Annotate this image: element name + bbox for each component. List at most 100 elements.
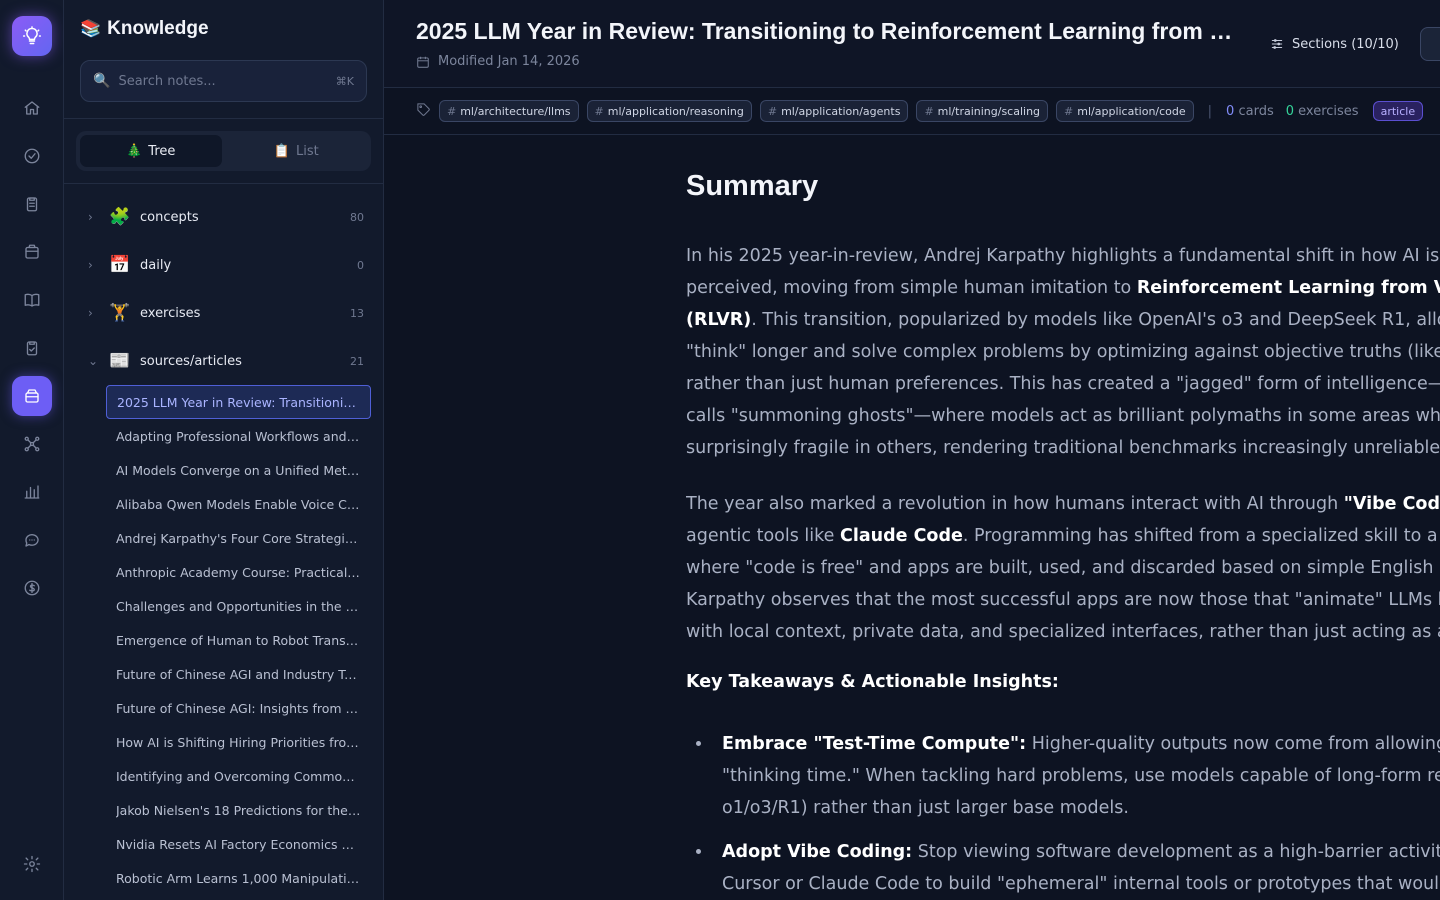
knowledge-box-icon[interactable]: [12, 376, 52, 416]
sections-button[interactable]: Sections (10/10): [1270, 30, 1399, 58]
paragraph-line: In his 2025 year-in-review, Andrej Karpa…: [686, 240, 1440, 272]
file-title: Anthropic Academy Course: Practical Clau…: [116, 564, 361, 580]
tag-label: ml/architecture/llms: [460, 104, 571, 118]
note-view: 2025 LLM Year in Review: Transitioning t…: [384, 0, 1440, 900]
folder-tree: › 🧩 concepts 80 › 📅 daily 0 › 🏋️ exercises 13 ⌄ 📰 sour…: [64, 193, 383, 895]
exercises-label: exercises: [1298, 103, 1359, 119]
file-title: Emergence of Human to Robot Transfer Lea…: [116, 632, 361, 648]
chevron-down-icon[interactable]: ⌄: [88, 354, 102, 368]
paragraph-line: perceived, moving from simple human imit…: [686, 272, 1440, 304]
file-title: Robotic Arm Learns 1,000 Manipulation Ta…: [116, 870, 361, 886]
tag-chip[interactable]: # ml/application/code: [1056, 100, 1194, 122]
folder-name: concepts: [140, 209, 199, 225]
search-icon: 🔍: [93, 73, 111, 89]
network-icon[interactable]: [12, 424, 52, 464]
takeaway-text: "thinking time." When tackling hard prob…: [722, 766, 1440, 786]
tag-icon: [416, 102, 431, 121]
file-item[interactable]: Future of Chinese AGI: Insights from Lea…: [106, 691, 371, 725]
text-run: "think" longer and solve complex problem…: [686, 342, 1440, 362]
text-run: with local context, private data, and sp…: [686, 622, 1440, 642]
folder-sources-articles[interactable]: ⌄ 📰 sources/articles 21: [64, 337, 383, 385]
file-item[interactable]: Adapting Professional Workflows and Skil…: [106, 419, 371, 453]
file-item[interactable]: Emergence of Human to Robot Transfer Lea…: [106, 623, 371, 657]
tree-icon: 🎄: [126, 143, 143, 159]
folder-count: 0: [357, 258, 364, 272]
tag-chip[interactable]: # ml/training/scaling: [916, 100, 1049, 122]
file-item[interactable]: Challenges and Opportunities in the AI E…: [106, 589, 371, 623]
tag-label: ml/training/scaling: [937, 104, 1041, 118]
bold-text: (RLVR): [686, 310, 752, 330]
paragraph-line: surprisingly fragile in others, renderin…: [686, 432, 1440, 464]
tab-tree[interactable]: 🎄 Tree: [80, 135, 222, 167]
file-item[interactable]: Alibaba Qwen Models Enable Voice Cloning: [106, 487, 371, 521]
file-item[interactable]: Jakob Nielsen's 18 Predictions for the F…: [106, 793, 371, 827]
bar-chart-icon[interactable]: [12, 472, 52, 512]
chevron-right-icon[interactable]: ›: [88, 258, 102, 272]
chevron-right-icon[interactable]: ›: [88, 210, 102, 224]
book-icon[interactable]: [12, 280, 52, 320]
takeaway-text: o1/o3/R1) rather than just larger base m…: [722, 798, 1129, 818]
text-run: perceived, moving from simple human imit…: [686, 278, 1137, 298]
search-input[interactable]: [118, 73, 336, 89]
clipboard-icon[interactable]: [12, 184, 52, 224]
hash-icon: #: [447, 104, 457, 118]
file-item[interactable]: 2025 LLM Year in Review: Transitioning t…: [106, 385, 371, 419]
paragraph-line: where "code is free" and apps are built,…: [686, 552, 1440, 584]
home-icon[interactable]: [12, 88, 52, 128]
file-item[interactable]: Identifying and Overcoming Common AI Pit…: [106, 759, 371, 793]
text-run: surprisingly fragile in others, renderin…: [686, 438, 1440, 458]
file-item[interactable]: Nvidia Resets AI Factory Economics with …: [106, 827, 371, 861]
tag-label: ml/application/agents: [781, 104, 901, 118]
takeaway-lead: Adopt Vibe Coding:: [722, 842, 913, 862]
folder-name: exercises: [140, 305, 201, 321]
text-run: In his 2025 year-in-review, Andrej Karpa…: [686, 246, 1440, 266]
sections-label: Sections (10/10): [1292, 36, 1399, 52]
search-shortcut: ⌘K: [335, 74, 354, 88]
tab-list[interactable]: 📋 List: [226, 135, 368, 167]
check-circle-icon[interactable]: [12, 136, 52, 176]
tagbar-separator: |: [1207, 103, 1213, 119]
tag-chip[interactable]: # ml/application/agents: [759, 100, 909, 122]
folder-concepts[interactable]: › 🧩 concepts 80: [64, 193, 383, 241]
text-run: where "code is free" and apps are built,…: [686, 558, 1440, 578]
tag-label: ml/application/code: [1077, 104, 1186, 118]
toolbar-action-button[interactable]: [1420, 27, 1440, 61]
folder-daily[interactable]: › 📅 daily 0: [64, 241, 383, 289]
archive-icon[interactable]: [12, 232, 52, 272]
file-item[interactable]: Andrej Karpathy's Four Core Strategies f…: [106, 521, 371, 555]
chevron-right-icon[interactable]: ›: [88, 306, 102, 320]
key-takeaways-heading: Key Takeaways & Actionable Insights:: [686, 672, 1059, 692]
tag-chip[interactable]: # ml/architecture/llms: [439, 100, 579, 122]
folder-name: sources/articles: [140, 353, 242, 369]
takeaway-line: Cursor or Claude Code to build "ephemera…: [722, 868, 1440, 900]
file-item[interactable]: AI Models Converge on a Unified Method f…: [106, 453, 371, 487]
folder-exercises[interactable]: › 🏋️ exercises 13: [64, 289, 383, 337]
file-title: Future of Chinese AGI and Industry Trend…: [116, 666, 361, 682]
folder-emoji-icon: 📅: [109, 255, 131, 275]
cards-stat[interactable]: 0 cards: [1226, 104, 1274, 119]
tag-chip[interactable]: # ml/application/reasoning: [586, 100, 752, 122]
file-title: Identifying and Overcoming Common AI Pit…: [116, 768, 361, 784]
search-box[interactable]: 🔍 ⌘K: [80, 60, 367, 102]
view-tabs: 🎄 Tree 📋 List: [76, 131, 371, 171]
text-run: agentic tools like: [686, 526, 840, 546]
exercises-stat[interactable]: 0 exercises: [1286, 104, 1359, 119]
file-item[interactable]: How AI is Shifting Hiring Priorities fro…: [106, 725, 371, 759]
paragraph-line: The year also marked a revolution in how…: [686, 488, 1440, 520]
clipboard-check-icon[interactable]: [12, 328, 52, 368]
takeaway-line: Embrace "Test-Time Compute": Higher-qual…: [722, 728, 1440, 760]
file-item[interactable]: Robotic Arm Learns 1,000 Manipulation Ta…: [106, 861, 371, 895]
paragraph-line: agentic tools like Claude Code. Programm…: [686, 520, 1440, 552]
cards-count: 0: [1226, 103, 1235, 119]
takeaway-line: o1/o3/R1) rather than just larger base m…: [722, 792, 1440, 824]
summary-paragraph-1: In his 2025 year-in-review, Andrej Karpa…: [686, 240, 1440, 464]
dollar-icon[interactable]: [12, 568, 52, 608]
chat-icon[interactable]: [12, 520, 52, 560]
tab-list-label: List: [295, 143, 319, 159]
knowledge-sidebar: 📚 Knowledge 🔍 ⌘K 🎄 Tree 📋 List › 🧩 concept…: [64, 0, 384, 900]
file-item[interactable]: Future of Chinese AGI and Industry Trend…: [106, 657, 371, 691]
lightbulb-logo-icon[interactable]: [12, 16, 52, 56]
file-item[interactable]: Anthropic Academy Course: Practical Clau…: [106, 555, 371, 589]
settings-gear-icon[interactable]: [12, 844, 52, 884]
file-list: 2025 LLM Year in Review: Transitioning t…: [64, 385, 383, 895]
